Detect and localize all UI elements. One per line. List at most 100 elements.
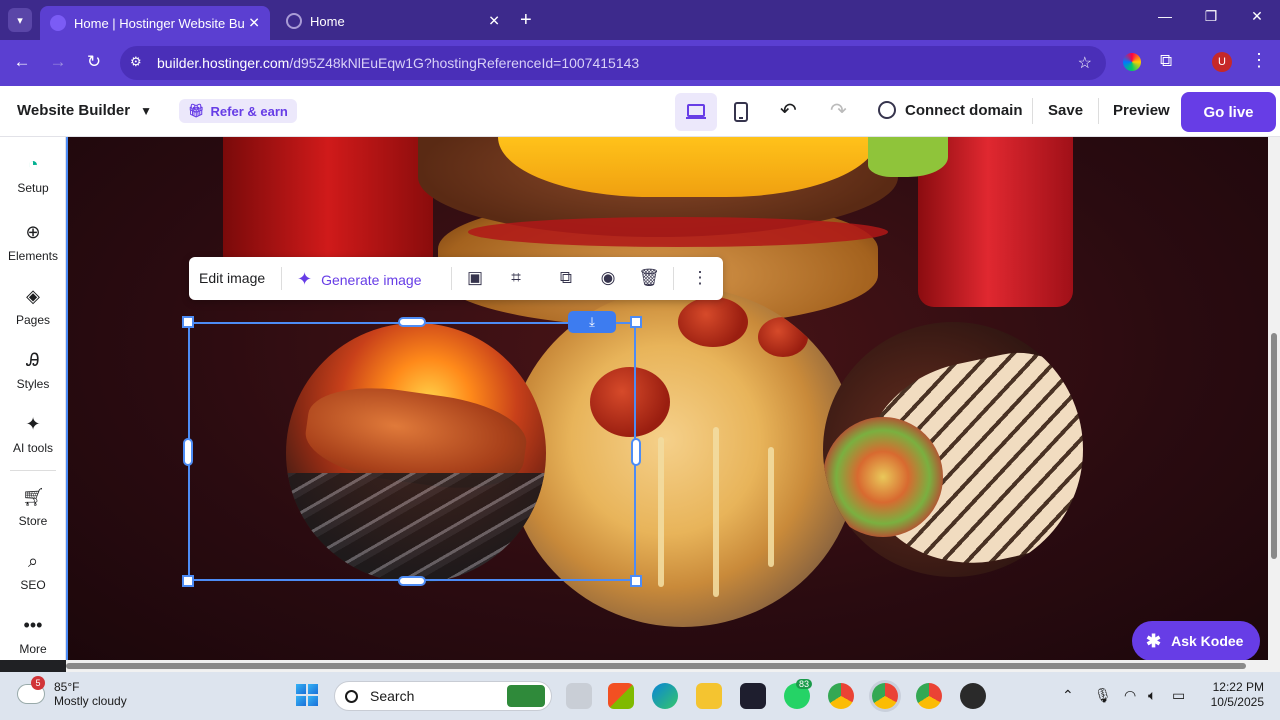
- sauce-image: [468, 217, 888, 247]
- close-window-icon[interactable]: ✕: [1242, 8, 1272, 25]
- download-icon[interactable]: ⤓: [568, 311, 616, 333]
- scroll-thumb[interactable]: [1271, 333, 1277, 559]
- resize-handle-top-right[interactable]: [630, 316, 642, 328]
- replace-image-icon[interactable]: ▣: [464, 267, 486, 289]
- sidebar-item-setup[interactable]: ◔ Setup: [0, 153, 66, 195]
- left-sidebar: ◔ Setup ⊕ Elements ◈ Pages Ꭿ Styles ✦ AI tool…: [0, 137, 66, 660]
- back-icon[interactable]: ←: [10, 52, 34, 72]
- more-options-icon[interactable]: ⋮: [689, 267, 711, 289]
- go-live-button[interactable]: Go live: [1181, 92, 1276, 132]
- tab-search-button[interactable]: ▾: [8, 8, 32, 32]
- preview-button[interactable]: Preview: [1113, 102, 1170, 119]
- cheese-string: [658, 437, 664, 587]
- desktop-view-button[interactable]: [675, 93, 717, 131]
- visibility-eye-icon[interactable]: ◉: [597, 267, 619, 289]
- close-tab-icon[interactable]: ✕: [248, 15, 260, 32]
- site-info-icon[interactable]: ⚙: [130, 54, 148, 72]
- minimize-icon[interactable]: —: [1150, 8, 1180, 24]
- chrome-profile-icon[interactable]: [872, 683, 898, 709]
- sidebar-item-more[interactable]: ••• More: [0, 614, 66, 656]
- windows-start-icon[interactable]: [296, 684, 318, 706]
- image-toolbar: Edit image ✦ Generate image ▣ ⌗ ⧉ ◉ 🗑︎ ⋮: [189, 257, 723, 300]
- soda-can-image: [223, 137, 433, 267]
- taskbar-clock[interactable]: 12:22 PM 10/5/2025: [1204, 680, 1264, 710]
- generate-image-button[interactable]: ✦ Generate image: [297, 269, 422, 290]
- divider: [1098, 98, 1099, 124]
- ask-kodee-label: Ask Kodee: [1171, 633, 1244, 649]
- notification-badge: 5: [31, 676, 45, 690]
- divider: [673, 267, 674, 290]
- file-explorer-icon[interactable]: [696, 683, 722, 709]
- builder-top-bar: Website Builder ▼ 🎁︎ Refer & earn ↶ ↷ Conn…: [0, 86, 1280, 137]
- microsoft-store-icon[interactable]: [608, 683, 634, 709]
- redo-icon[interactable]: ↷: [830, 98, 847, 123]
- browser-tab-bar: ▾ Home | Hostinger Website Builder ✕ Hom…: [0, 0, 1280, 40]
- sidebar-item-elements[interactable]: ⊕ Elements: [0, 221, 66, 263]
- website-builder-menu[interactable]: Website Builder ▼: [17, 102, 152, 119]
- tab-home[interactable]: Home ✕: [278, 6, 510, 36]
- extensions-puzzle-icon[interactable]: ⧉: [1160, 51, 1172, 71]
- reload-icon[interactable]: ↻: [82, 52, 106, 72]
- delete-trash-icon[interactable]: 🗑︎: [638, 267, 660, 289]
- cheese-string: [768, 447, 774, 567]
- wrap-filling: [823, 417, 943, 537]
- brand-label: Website Builder: [17, 102, 131, 119]
- undo-icon[interactable]: ↶: [780, 98, 797, 123]
- taskbar-search[interactable]: Search: [334, 681, 552, 711]
- resize-handle-right[interactable]: [631, 438, 641, 466]
- battery-icon[interactable]: ▭: [1172, 687, 1185, 704]
- browser-menu-icon[interactable]: ⋮: [1250, 50, 1268, 71]
- tab-home-hostinger[interactable]: Home | Hostinger Website Builder ✕: [40, 6, 270, 40]
- styles-icon: Ꭿ: [26, 350, 40, 370]
- save-button[interactable]: Save: [1048, 102, 1083, 119]
- resize-handle-top-left[interactable]: [182, 316, 194, 328]
- profile-avatar[interactable]: U: [1212, 52, 1232, 72]
- sidebar-item-styles[interactable]: Ꭿ Styles: [0, 349, 66, 391]
- sidebar-item-seo[interactable]: ⌕ SEO: [0, 550, 66, 592]
- forward-icon[interactable]: →: [46, 52, 70, 72]
- vertical-scrollbar[interactable]: [1268, 137, 1280, 660]
- volume-icon[interactable]: 🔈︎: [1148, 687, 1156, 704]
- scroll-thumb[interactable]: [66, 663, 1246, 669]
- edge-icon[interactable]: [652, 683, 678, 709]
- sidebar-item-ai-tools[interactable]: ✦ AI tools: [0, 413, 66, 455]
- resize-handle-top[interactable]: [398, 317, 426, 327]
- sidebar-item-label: Store: [18, 514, 48, 528]
- weather-widget[interactable]: 5 85°F Mostly cloudy: [18, 676, 127, 708]
- chrome-icon[interactable]: [828, 683, 854, 709]
- mobile-view-button[interactable]: [720, 93, 762, 131]
- new-tab-button[interactable]: +: [520, 8, 532, 32]
- refer-earn-button[interactable]: 🎁︎ Refer & earn: [179, 99, 297, 123]
- resize-handle-bottom-right[interactable]: [630, 575, 642, 587]
- sidebar-item-pages[interactable]: ◈ Pages: [0, 285, 66, 327]
- extension-color-icon[interactable]: [1123, 53, 1141, 71]
- resize-handle-bottom[interactable]: [398, 576, 426, 586]
- plus-circle-icon: ⊕: [25, 222, 41, 242]
- sparkle-icon: ✦: [25, 414, 41, 434]
- task-view-icon[interactable]: [566, 683, 592, 709]
- image-selection-box[interactable]: [188, 322, 636, 581]
- edit-image-button[interactable]: Edit image: [199, 270, 265, 286]
- microphone-icon[interactable]: 🎙︎: [1094, 687, 1112, 704]
- chrome-alt-icon[interactable]: [916, 683, 942, 709]
- chevron-up-icon[interactable]: ⌃: [1062, 687, 1074, 704]
- sidebar-item-store[interactable]: 🛒︎ Store: [0, 486, 66, 528]
- connect-domain-button[interactable]: Connect domain: [878, 101, 1023, 119]
- url-field[interactable]: ⚙ builder.hostinger.com/d95Z48kNlEuEqw1G…: [120, 46, 1106, 80]
- obs-icon[interactable]: [960, 683, 986, 709]
- shawarma-wrap-image[interactable]: [823, 322, 1083, 577]
- cheese-string: [713, 427, 719, 597]
- ask-kodee-button[interactable]: ✱ Ask Kodee: [1132, 621, 1260, 661]
- horizontal-scrollbar[interactable]: [66, 660, 1280, 672]
- jetbrains-icon[interactable]: [740, 683, 766, 709]
- resize-handle-left[interactable]: [183, 438, 193, 466]
- close-tab-icon[interactable]: ✕: [488, 13, 500, 30]
- bookmark-star-icon[interactable]: ☆: [1078, 53, 1092, 73]
- crop-icon[interactable]: ⌗: [505, 267, 527, 289]
- restore-icon[interactable]: ❐: [1196, 8, 1226, 25]
- wifi-icon[interactable]: ◠: [1124, 687, 1136, 704]
- duplicate-icon[interactable]: ⧉: [555, 267, 577, 289]
- clock-time: 12:22 PM: [1212, 680, 1264, 694]
- resize-handle-bottom-left[interactable]: [182, 575, 194, 587]
- dots-icon: •••: [23, 615, 43, 635]
